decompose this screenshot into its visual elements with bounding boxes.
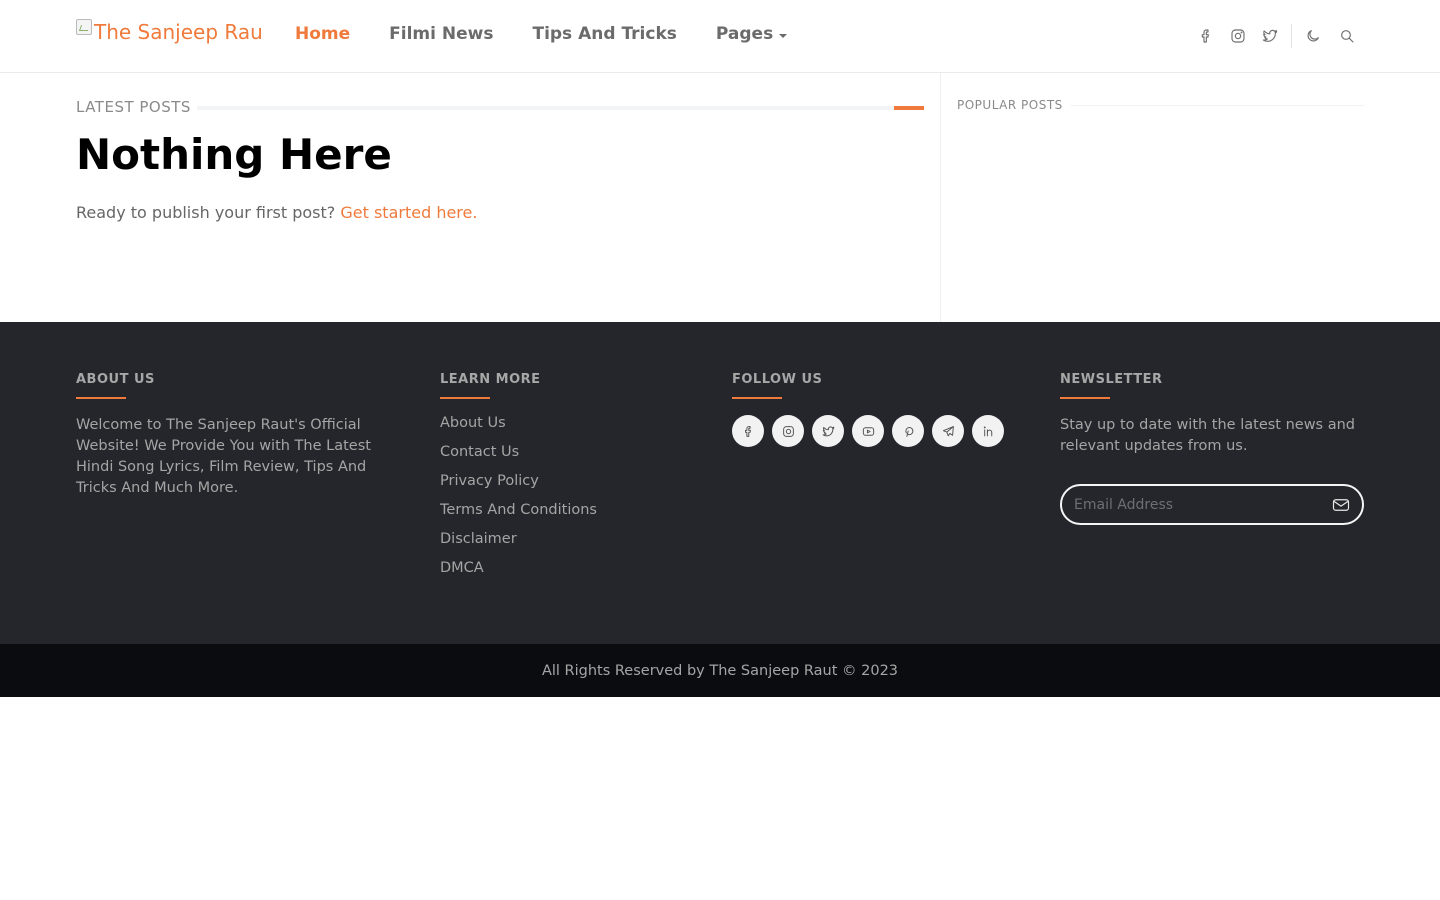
footer-link-about-us[interactable]: About Us [440,415,660,444]
nav-item-home[interactable]: Home [295,24,350,44]
social-links [732,415,1022,447]
footer-links: About Us Contact Us Privacy Policy Terms… [440,415,660,589]
get-started-link[interactable]: Get started here. [340,203,477,222]
site-logo[interactable]: The Sanjeep Rau [76,19,263,44]
facebook-icon[interactable] [1196,25,1216,47]
nav-item-pages[interactable]: Pages [715,24,788,44]
page-title: Nothing Here [76,130,392,179]
instagram-icon[interactable] [1228,25,1248,47]
nav-item-filmi-news[interactable]: Filmi News [389,24,493,44]
heading-accent [894,106,924,110]
pinterest-icon[interactable] [892,415,924,447]
heading-underline [732,397,782,399]
copyright-bar: All Rights Reserved by The Sanjeep Raut … [0,644,1440,697]
footer-learn-more: LEARN MORE About Us Contact Us Privacy P… [440,372,660,589]
logo-alt-text: The Sanjeep Rau [94,20,263,44]
nav-label: Tips And Tricks [532,24,677,44]
footer-link-dmca[interactable]: DMCA [440,560,660,589]
footer-heading: LEARN MORE [440,372,541,387]
main-nav: Home Filmi News Tips And Tricks Pages [295,24,826,44]
empty-state-text: Ready to publish your first post? Get st… [76,203,477,222]
footer-heading: ABOUT US [76,372,155,387]
nav-label: Home [295,24,351,44]
footer-link-privacy-policy[interactable]: Privacy Policy [440,473,660,502]
popular-label: POPULAR POSTS [957,98,1063,112]
footer-link-contact-us[interactable]: Contact Us [440,444,660,473]
site-header: The Sanjeep Rau Home Filmi News Tips And… [0,0,1440,73]
footer-heading: NEWSLETTER [1060,372,1163,387]
footer-link-terms[interactable]: Terms And Conditions [440,502,660,531]
copyright-text: All Rights Reserved by The Sanjeep Raut … [541,662,899,679]
linkedin-icon[interactable] [972,415,1004,447]
youtube-icon[interactable] [852,415,884,447]
heading-rule [1070,104,1364,106]
heading-underline [76,397,126,399]
footer-about: ABOUT US Welcome to The Sanjeep Raut's O… [76,372,376,499]
popular-posts-heading: POPULAR POSTS [957,96,1364,114]
instagram-icon[interactable] [772,415,804,447]
about-text: Welcome to The Sanjeep Raut's Official W… [76,417,371,496]
sidebar-divider [940,73,941,322]
latest-posts-heading: LATEST POSTS [76,96,924,118]
footer-heading: FOLLOW US [732,372,823,387]
header-actions [1196,24,1357,48]
broken-image-icon [76,19,92,35]
telegram-icon[interactable] [932,415,964,447]
twitter-icon[interactable] [812,415,844,447]
facebook-icon[interactable] [732,415,764,447]
heading-underline [1060,397,1110,399]
newsletter-text: Stay up to date with the latest news and… [1060,417,1355,454]
twitter-icon[interactable] [1260,25,1280,47]
footer-link-disclaimer[interactable]: Disclaimer [440,531,660,560]
envelope-icon[interactable] [1332,497,1350,513]
section-label: LATEST POSTS [76,98,191,116]
nav-label: Pages [715,24,774,44]
footer-follow-us: FOLLOW US [732,372,1022,447]
heading-underline [440,397,490,399]
nav-item-tips-and-tricks[interactable]: Tips And Tricks [532,24,676,44]
chevron-down-icon [779,34,788,38]
divider [1291,24,1292,48]
email-field[interactable] [1074,494,1314,516]
newsletter-form [1060,484,1364,525]
moon-icon[interactable] [1303,25,1323,47]
heading-rule [196,106,924,110]
footer-newsletter: NEWSLETTER Stay up to date with the late… [1060,372,1364,525]
search-icon[interactable] [1337,25,1357,47]
nav-label: Filmi News [389,24,494,44]
site-footer: ABOUT US Welcome to The Sanjeep Raut's O… [0,322,1440,644]
intro-text: Ready to publish your first post? [76,203,341,222]
